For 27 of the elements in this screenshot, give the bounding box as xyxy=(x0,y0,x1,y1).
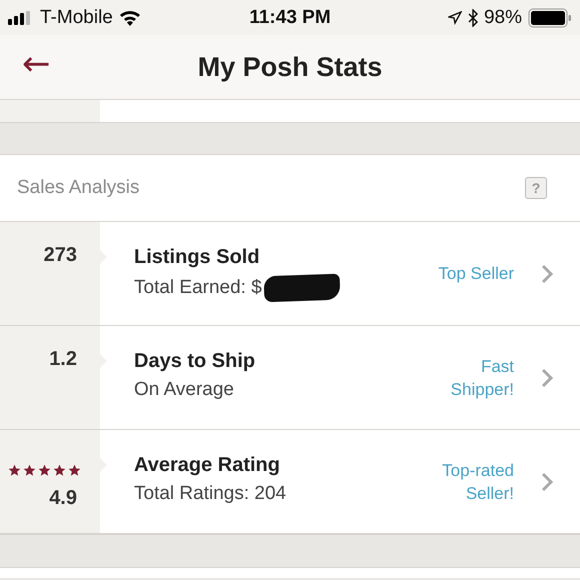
back-button[interactable]: ← xyxy=(0,44,70,90)
stat-title: Average Rating xyxy=(134,454,281,477)
stat-row[interactable]: 4.9 Average Rating Total Ratings: 204 Top-rated Seller! xyxy=(0,430,580,534)
stat-value: 4.9 xyxy=(49,487,77,510)
stat-value: 273 xyxy=(44,244,77,267)
clock-time: 11:43 PM xyxy=(249,6,331,28)
section-title: Sales Analysis xyxy=(17,177,141,199)
stat-row[interactable]: 1.2 Days to Ship On Average Fast Shipper! xyxy=(0,326,580,430)
seller-label: Fast Shipper! xyxy=(450,356,514,400)
chevron-icon[interactable] xyxy=(541,472,553,492)
carrier-name: T-Mobile xyxy=(40,6,113,28)
page-title: My Posh Stats xyxy=(196,52,384,82)
chevron-icon[interactable] xyxy=(541,368,553,388)
stat-subtitle: On Average xyxy=(134,379,234,401)
stat-subtitle: Total Earned: $ xyxy=(134,277,262,299)
location-arrow-icon xyxy=(448,10,462,24)
stat-title: Listings Sold xyxy=(134,246,261,269)
chevron-icon[interactable] xyxy=(541,264,553,284)
stat-subtitle: Total Ratings: 204 xyxy=(134,483,286,505)
wifi-icon xyxy=(118,10,141,26)
seller-label: Top-rated Seller! xyxy=(441,460,514,504)
stat-value: 1.2 xyxy=(49,348,77,371)
battery-icon xyxy=(528,8,572,28)
stat-title: Days to Ship xyxy=(134,350,256,373)
bluetooth-icon xyxy=(468,8,478,26)
battery-percent: 98% xyxy=(484,6,522,28)
seller-label: Top Seller xyxy=(437,263,514,285)
